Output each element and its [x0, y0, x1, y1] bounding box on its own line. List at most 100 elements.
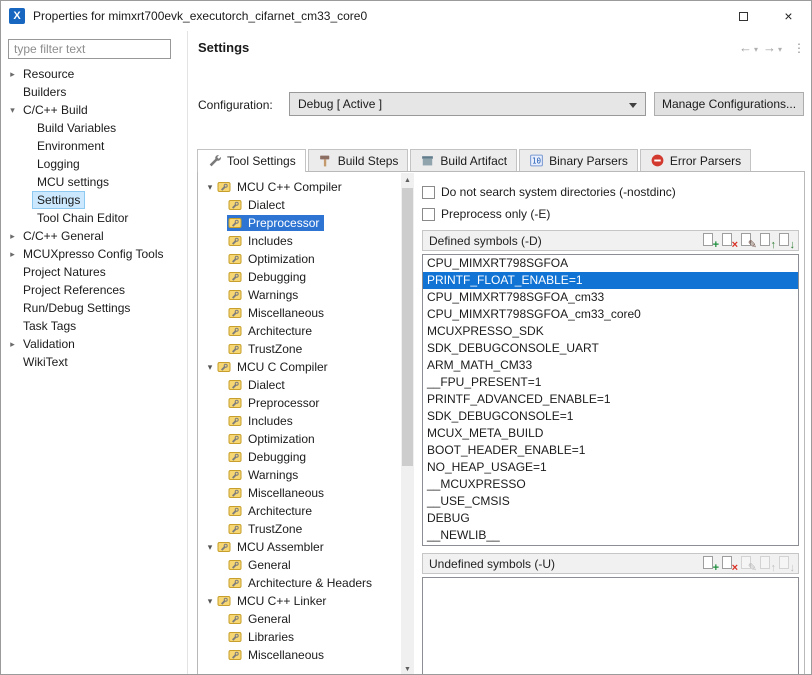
- tool-tree-item[interactable]: Warnings: [199, 466, 401, 484]
- tool-tree-item[interactable]: Miscellaneous: [199, 646, 401, 664]
- maximize-button[interactable]: [721, 1, 766, 31]
- sidebar-item[interactable]: WikiText: [1, 353, 187, 371]
- sidebar-item[interactable]: MCUXpresso Config Tools: [1, 245, 187, 263]
- tool-tree-item[interactable]: Architecture: [199, 322, 401, 340]
- defined-symbols-list[interactable]: CPU_MIMXRT798SGFOAPRINTF_FLOAT_ENABLE=1C…: [422, 254, 799, 546]
- tool-tree-item[interactable]: MCU Assembler: [199, 538, 401, 556]
- tool-tree-item[interactable]: Debugging: [199, 268, 401, 286]
- sidebar-item[interactable]: MCU settings: [1, 173, 187, 191]
- tab[interactable]: 10 Tool Settings: [197, 149, 306, 172]
- tool-tree-item[interactable]: Libraries: [199, 628, 401, 646]
- tab[interactable]: 10 Binary Parsers: [519, 149, 638, 171]
- delete-symbol-icon[interactable]: [720, 555, 738, 572]
- scroll-down-icon[interactable]: ▼: [401, 662, 414, 675]
- checkbox[interactable]: [422, 186, 435, 199]
- tool-tree-item[interactable]: Dialect: [199, 376, 401, 394]
- defined-symbol-row[interactable]: __NEWLIB__: [423, 527, 798, 544]
- edit-symbol-icon[interactable]: [739, 555, 757, 572]
- add-symbol-icon[interactable]: [701, 555, 719, 572]
- sidebar-item[interactable]: Settings: [1, 191, 187, 209]
- move-symbol-up-icon[interactable]: [758, 555, 776, 572]
- scrollbar-thumb[interactable]: [402, 188, 413, 466]
- forward-history-icon[interactable]: ▾: [778, 45, 782, 54]
- defined-symbol-row[interactable]: __MCUXPRESSO: [423, 476, 798, 493]
- tool-tree-item[interactable]: General: [199, 610, 401, 628]
- sidebar-item[interactable]: C/C++ General: [1, 227, 187, 245]
- move-symbol-down-icon[interactable]: [777, 232, 795, 249]
- sidebar-item[interactable]: Resource: [1, 65, 187, 83]
- tool-tree-item[interactable]: Optimization: [199, 430, 401, 448]
- tool-tree-item[interactable]: MCU C Compiler: [199, 358, 401, 376]
- tool-tree-item[interactable]: TrustZone: [199, 340, 401, 358]
- close-button[interactable]: ×: [766, 1, 811, 31]
- defined-symbol-row[interactable]: CPU_MIMXRT798SGFOA_cm33_core0: [423, 306, 798, 323]
- defined-symbol-row[interactable]: PRINTF_ADVANCED_ENABLE=1: [423, 391, 798, 408]
- tool-tree-item[interactable]: Includes: [199, 232, 401, 250]
- tool-tree-item[interactable]: Architecture: [199, 502, 401, 520]
- sidebar-item[interactable]: Builders: [1, 83, 187, 101]
- configuration-dropdown[interactable]: Debug [ Active ]: [289, 92, 646, 116]
- defined-symbol-row[interactable]: MCUX_META_BUILD: [423, 425, 798, 442]
- forward-button[interactable]: →: [763, 40, 776, 55]
- tree-expand-icon[interactable]: [6, 105, 19, 116]
- defined-symbol-row[interactable]: SDK_DEBUGCONSOLE_UART: [423, 340, 798, 357]
- edit-symbol-icon[interactable]: [739, 232, 757, 249]
- move-symbol-down-icon[interactable]: [777, 555, 795, 572]
- defined-symbol-row[interactable]: PRINTF_FLOAT_ENABLE=1: [423, 272, 798, 289]
- tool-tree-item[interactable]: Dialect: [199, 196, 401, 214]
- tool-tree-item[interactable]: General: [199, 556, 401, 574]
- sidebar-item[interactable]: Logging: [1, 155, 187, 173]
- back-history-icon[interactable]: ▾: [754, 45, 758, 54]
- sidebar-item[interactable]: Project References: [1, 281, 187, 299]
- move-symbol-up-icon[interactable]: [758, 232, 776, 249]
- tree-expand-icon[interactable]: [204, 596, 216, 607]
- tab[interactable]: 10 Build Steps: [308, 149, 409, 171]
- tool-tree-item[interactable]: Architecture & Headers: [199, 574, 401, 592]
- sidebar-item[interactable]: Tool Chain Editor: [1, 209, 187, 227]
- defined-symbol-row[interactable]: DEBUG: [423, 510, 798, 527]
- defined-symbol-row[interactable]: BOOT_HEADER_ENABLE=1: [423, 442, 798, 459]
- defined-symbol-row[interactable]: MCUXPRESSO_SDK: [423, 323, 798, 340]
- undefined-symbols-list[interactable]: [422, 577, 799, 675]
- view-menu-icon[interactable]: ⋮: [793, 41, 805, 55]
- tree-expand-icon[interactable]: [204, 542, 216, 553]
- tree-scrollbar[interactable]: ▲ ▼: [401, 173, 414, 675]
- tree-expand-icon[interactable]: [6, 339, 19, 350]
- tool-tree-item[interactable]: TrustZone: [199, 520, 401, 538]
- sidebar-item[interactable]: Project Natures: [1, 263, 187, 281]
- sidebar-item[interactable]: Environment: [1, 137, 187, 155]
- title-bar[interactable]: X Properties for mimxrt700evk_executorch…: [1, 1, 811, 31]
- tree-expand-icon[interactable]: [204, 182, 216, 193]
- filter-input[interactable]: [8, 39, 171, 59]
- sidebar-item[interactable]: Task Tags: [1, 317, 187, 335]
- defined-symbol-row[interactable]: __USE_CMSIS: [423, 493, 798, 510]
- tool-tree-item[interactable]: Debugging: [199, 448, 401, 466]
- checkbox-option[interactable]: Do not search system directories (-nostd…: [422, 181, 676, 203]
- tool-tree-item[interactable]: Includes: [199, 412, 401, 430]
- back-button[interactable]: ←: [739, 40, 752, 55]
- tree-expand-icon[interactable]: [204, 362, 216, 373]
- sidebar-item[interactable]: Validation: [1, 335, 187, 353]
- defined-symbol-row[interactable]: CPU_MIMXRT798SGFOA_cm33: [423, 289, 798, 306]
- tool-tree-item[interactable]: MCU C++ Linker: [199, 592, 401, 610]
- tool-tree-item[interactable]: Warnings: [199, 286, 401, 304]
- tool-tree-item[interactable]: Miscellaneous: [199, 304, 401, 322]
- tool-tree-item[interactable]: MCU C++ Compiler: [199, 178, 401, 196]
- tab[interactable]: 10 Build Artifact: [410, 149, 517, 171]
- manage-configurations-button[interactable]: Manage Configurations...: [654, 92, 804, 116]
- tab[interactable]: 10 Error Parsers: [640, 149, 751, 171]
- add-symbol-icon[interactable]: [701, 232, 719, 249]
- tree-expand-icon[interactable]: [6, 231, 19, 242]
- tree-expand-icon[interactable]: [6, 249, 19, 260]
- defined-symbol-row[interactable]: ARM_MATH_CM33: [423, 357, 798, 374]
- tool-tree-item[interactable]: Optimization: [199, 250, 401, 268]
- tool-tree-item[interactable]: Miscellaneous: [199, 484, 401, 502]
- sidebar-item[interactable]: Build Variables: [1, 119, 187, 137]
- sidebar-item[interactable]: C/C++ Build: [1, 101, 187, 119]
- tool-tree-item[interactable]: Preprocessor: [199, 394, 401, 412]
- tree-expand-icon[interactable]: [6, 69, 19, 80]
- checkbox[interactable]: [422, 208, 435, 221]
- checkbox-option[interactable]: Preprocess only (-E): [422, 203, 676, 225]
- defined-symbol-row[interactable]: SDK_DEBUGCONSOLE=1: [423, 408, 798, 425]
- defined-symbol-row[interactable]: __FPU_PRESENT=1: [423, 374, 798, 391]
